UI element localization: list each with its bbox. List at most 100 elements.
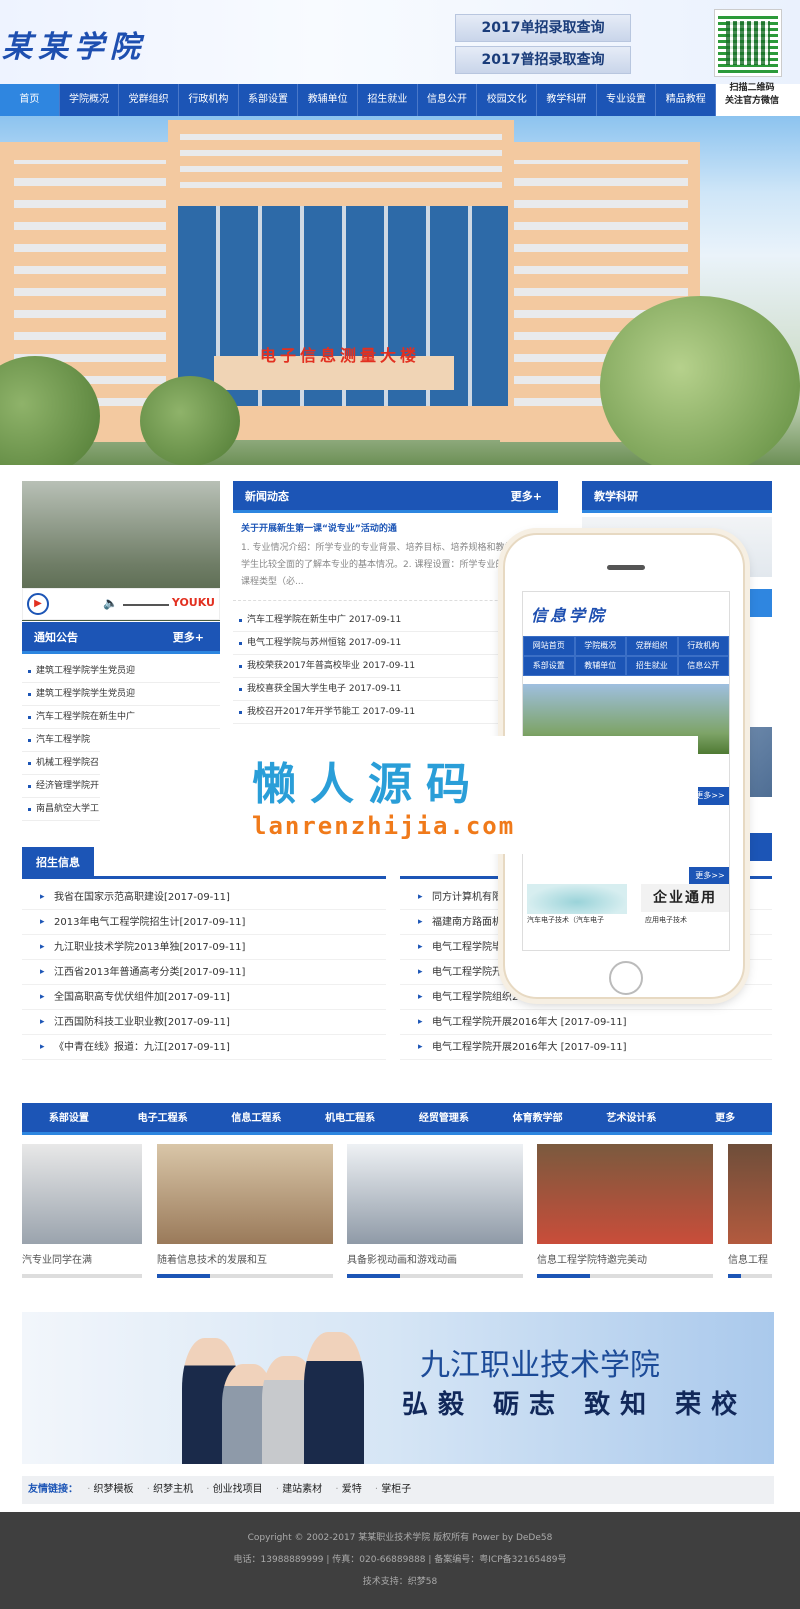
nav-admissions[interactable]: 招生就业 <box>358 84 418 116</box>
nav-party[interactable]: 党群组织 <box>119 84 180 116</box>
nav-home[interactable]: 首页 <box>0 84 60 116</box>
recruit-item[interactable]: 江西省2013年普通高考分类[2017-09-11] <box>22 960 386 985</box>
friend-link[interactable]: 织梦模板 <box>87 1484 133 1495</box>
recruit-item[interactable]: 我省在国家示范高职建设[2017-09-11] <box>22 885 386 910</box>
dept-card-caption[interactable]: 信息工程 <box>728 1244 772 1274</box>
phone-nav-item[interactable]: 网站首页 <box>523 636 575 656</box>
wechat-qr-code <box>714 9 782 77</box>
dept-card-caption[interactable]: 具备影视动画和游戏动画 <box>347 1244 523 1274</box>
friend-link[interactable]: 创业找项目 <box>206 1484 262 1495</box>
dept-tab-overview[interactable]: 系部设置 <box>22 1103 116 1132</box>
recruit-item[interactable]: 九江职业技术学院2013单独[2017-09-11] <box>22 935 386 960</box>
notice-header: 通知公告 更多+ <box>22 622 220 654</box>
volume-icon[interactable]: 🔈 <box>103 596 118 610</box>
phone-speaker <box>607 565 645 570</box>
news-title: 新闻动态 <box>245 490 289 503</box>
qr-caption: 扫描二维码 关注官方微信 <box>712 82 792 108</box>
phone-home-button <box>609 961 643 995</box>
news-more-link[interactable]: 更多+ <box>511 481 542 513</box>
news-featured-title[interactable]: 关于开展新生第一课“说专业”活动的通 <box>241 521 550 534</box>
youku-logo: YOUKU <box>171 596 215 609</box>
recruit-item[interactable]: 全国高职高专优伏组件加[2017-09-11] <box>22 985 386 1010</box>
friend-links: 友情链接： 织梦模板 织梦主机 创业找项目 建站素材 爱特 掌柜子 <box>22 1476 774 1504</box>
footer-contact: 电话：13988889999 | 传真：020-66889888 | 备案编号：… <box>233 1555 567 1565</box>
friend-link[interactable]: 建站素材 <box>276 1484 322 1495</box>
phone-more-link[interactable]: 更多>> <box>689 867 729 885</box>
query-single-admission-button[interactable]: 2017单招录取查询 <box>455 14 631 42</box>
nav-culture[interactable]: 校园文化 <box>477 84 538 116</box>
nav-about[interactable]: 学院概况 <box>60 84 120 116</box>
recruit-right-item[interactable]: 电气工程学院开展2016年大 [2017-09-11] <box>400 1010 772 1035</box>
nav-courses[interactable]: 精品教程 <box>656 84 717 116</box>
dept-card-caption[interactable]: 汽专业同学在满 <box>22 1244 142 1274</box>
phone-site-logo[interactable]: 信息学院 <box>523 592 729 636</box>
dept-card-caption[interactable]: 信息工程学院特邀完美动 <box>537 1244 713 1274</box>
site-logo[interactable]: 某某学院 <box>2 22 146 66</box>
dept-card[interactable]: 具备影视动画和游戏动画 <box>347 1144 523 1278</box>
dept-card-image[interactable] <box>22 1144 142 1244</box>
dept-tab-art[interactable]: 艺术设计系 <box>585 1103 679 1132</box>
play-icon[interactable]: ▶ <box>27 593 49 615</box>
phone-nav-item[interactable]: 招生就业 <box>626 656 678 676</box>
phone-card-label[interactable]: 汽车电子技术（汽车电子 <box>527 915 604 925</box>
dept-card-image[interactable] <box>537 1144 713 1244</box>
nav-majors[interactable]: 专业设置 <box>597 84 657 116</box>
dept-card[interactable]: 随着信息技术的发展和互 <box>157 1144 333 1278</box>
phone-nav-item[interactable]: 信息公开 <box>677 656 729 676</box>
phone-nav-item[interactable]: 行政机构 <box>677 636 729 656</box>
recruit-left-panel: 招生信息 我省在国家示范高职建设[2017-09-11] 2013年电气工程学院… <box>22 847 386 1060</box>
volume-slider[interactable] <box>123 604 169 606</box>
notice-title: 通知公告 <box>34 631 78 644</box>
nav-research[interactable]: 教学科研 <box>537 84 597 116</box>
dept-tab-mechatronics[interactable]: 机电工程系 <box>303 1103 397 1132</box>
dept-tab-info[interactable]: 信息工程系 <box>210 1103 304 1132</box>
phone-card-image[interactable]: 企业通用 <box>641 884 729 912</box>
dept-tab-business[interactable]: 经贸管理系 <box>397 1103 491 1132</box>
dept-card[interactable]: 信息工程 <box>728 1144 772 1278</box>
qr-caption-line: 关注官方微信 <box>724 96 779 106</box>
main-nav: 首页 学院概况 党群组织 行政机构 系部设置 教辅单位 招生就业 信息公开 校园… <box>0 84 717 116</box>
ad-motto: 弘毅 砺志 致知 荣校 <box>402 1390 748 1420</box>
dept-tab-electronics[interactable]: 电子工程系 <box>116 1103 210 1132</box>
recruit-item[interactable]: 《中青在线》报道：九江[2017-09-11] <box>22 1035 386 1060</box>
recruit-title[interactable]: 招生信息 <box>22 847 94 879</box>
notice-item[interactable]: 建筑工程学院学生党员迎 <box>22 683 220 706</box>
recruit-item[interactable]: 江西国防科技工业职业教[2017-09-11] <box>22 1010 386 1035</box>
friend-link[interactable]: 织梦主机 <box>147 1484 193 1495</box>
phone-nav-item[interactable]: 教辅单位 <box>574 656 626 676</box>
dept-card-image[interactable] <box>347 1144 523 1244</box>
dept-card[interactable]: 信息工程学院特邀完美动 <box>537 1144 713 1278</box>
nav-departments[interactable]: 系部设置 <box>239 84 299 116</box>
query-general-admission-button[interactable]: 2017普招录取查询 <box>455 46 631 74</box>
dept-card[interactable]: 汽专业同学在满 <box>22 1144 142 1278</box>
phone-nav-item[interactable]: 党群组织 <box>626 636 678 656</box>
phone-nav: 网站首页 学院概况 党群组织 行政机构 系部设置 教辅单位 招生就业 信息公开 <box>523 636 729 676</box>
recruit-item[interactable]: 2013年电气工程学院招生计[2017-09-11] <box>22 910 386 935</box>
promo-banner[interactable]: 九江职业技术学院 弘毅 砺志 致知 荣校 <box>22 1312 774 1464</box>
news-header: 新闻动态 更多+ <box>233 481 558 513</box>
dept-tab-sports[interactable]: 体育教学部 <box>491 1103 585 1132</box>
dept-card-caption[interactable]: 随着信息技术的发展和互 <box>157 1244 333 1274</box>
friend-links-label: 友情链接： <box>28 1484 78 1495</box>
teaching-header: 教学科研 <box>582 481 772 513</box>
notice-item[interactable]: 汽车工程学院在新生中广 <box>22 706 220 729</box>
dept-tab-more[interactable]: 更多 <box>678 1103 772 1132</box>
ad-school-name: 九江职业技术学院 <box>420 1348 660 1383</box>
recruit-right-item[interactable]: 电气工程学院开展2016年大 [2017-09-11] <box>400 1035 772 1060</box>
dept-card-image[interactable] <box>728 1144 772 1244</box>
nav-info[interactable]: 信息公开 <box>418 84 478 116</box>
phone-nav-item[interactable]: 系部设置 <box>523 656 575 676</box>
site-footer: Copyright © 2002-2017 某某职业技术学院 版权所有 Powe… <box>0 1512 800 1609</box>
hero-banner[interactable]: 电子信息测量大楼 <box>0 116 800 465</box>
nav-admin[interactable]: 行政机构 <box>179 84 239 116</box>
notice-item[interactable]: 建筑工程学院学生党员迎 <box>22 660 220 683</box>
footer-support: 技术支持：织梦58 <box>362 1577 438 1587</box>
notice-more-link[interactable]: 更多+ <box>173 622 204 654</box>
dept-card-image[interactable] <box>157 1144 333 1244</box>
phone-card-label[interactable]: 应用电子技术 <box>645 915 687 925</box>
phone-car-image[interactable] <box>527 884 627 914</box>
friend-link[interactable]: 爱特 <box>335 1484 361 1495</box>
friend-link[interactable]: 掌柜子 <box>375 1484 411 1495</box>
phone-nav-item[interactable]: 学院概况 <box>574 636 626 656</box>
nav-support[interactable]: 教辅单位 <box>298 84 359 116</box>
